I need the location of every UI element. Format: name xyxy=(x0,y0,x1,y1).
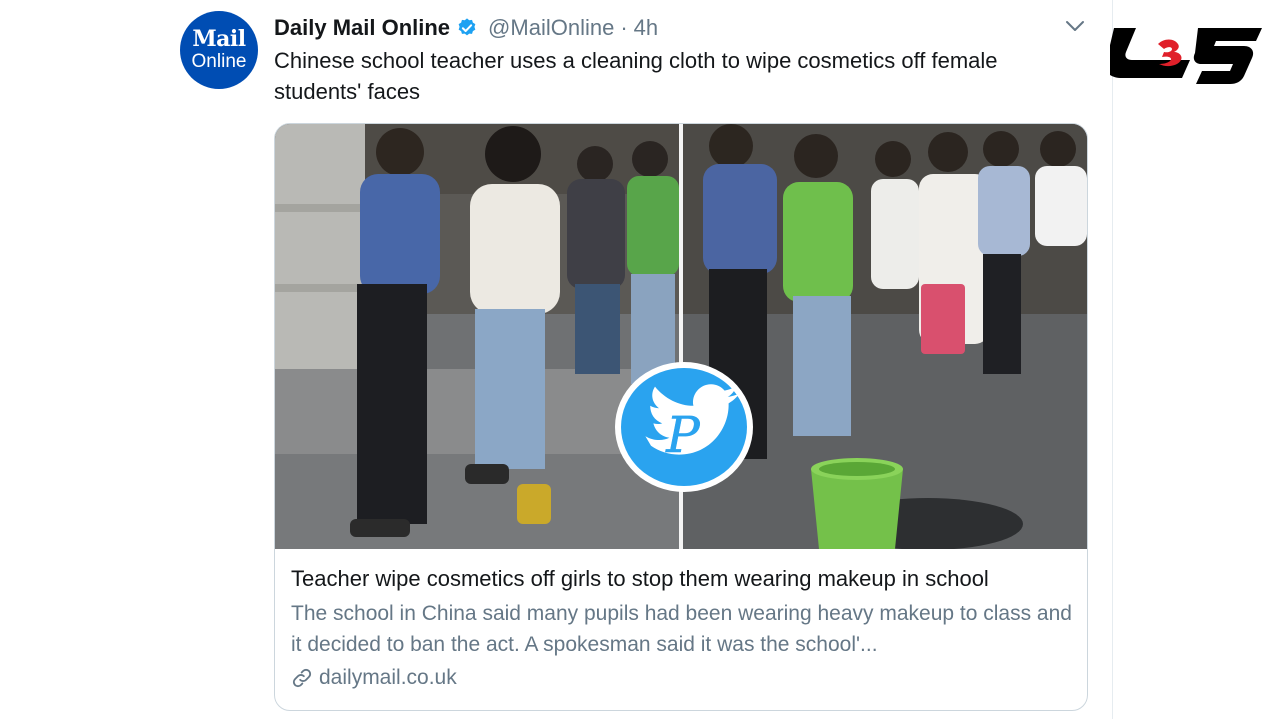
timestamp[interactable]: 4h xyxy=(634,15,658,41)
site-logo-icon xyxy=(1110,28,1262,84)
verified-badge-icon xyxy=(458,18,476,36)
tweet-header: Daily Mail Online @MailOnline · 4h xyxy=(274,13,658,43)
separator-dot: · xyxy=(620,15,628,40)
avatar-line-2: Online xyxy=(191,51,247,72)
display-name[interactable]: Daily Mail Online xyxy=(274,15,450,41)
chevron-down-icon[interactable] xyxy=(1064,18,1086,34)
card-body: Teacher wipe cosmetics off girls to stop… xyxy=(291,564,1081,690)
tweet-text: Chinese school teacher uses a cleaning c… xyxy=(274,48,998,104)
twitter-bird-watermark-icon: P xyxy=(615,362,753,492)
card-description: The school in China said many pupils had… xyxy=(291,602,1072,656)
tweet[interactable]: Mail Online Daily Mail Online @MailOnlin… xyxy=(178,0,1113,719)
card-domain-text: dailymail.co.uk xyxy=(319,666,457,689)
avatar-line-1: Mail xyxy=(192,26,246,52)
avatar[interactable]: Mail Online xyxy=(180,11,258,89)
card-image[interactable]: P xyxy=(275,124,1087,549)
card-title[interactable]: Teacher wipe cosmetics off girls to stop… xyxy=(291,564,1081,594)
user-handle[interactable]: @MailOnline xyxy=(488,15,614,41)
link-card[interactable]: P Teacher wipe cosmetics off girls to st… xyxy=(274,123,1088,711)
svg-text:P: P xyxy=(665,406,701,464)
link-icon xyxy=(292,668,312,688)
card-domain[interactable]: dailymail.co.uk xyxy=(291,666,1081,690)
